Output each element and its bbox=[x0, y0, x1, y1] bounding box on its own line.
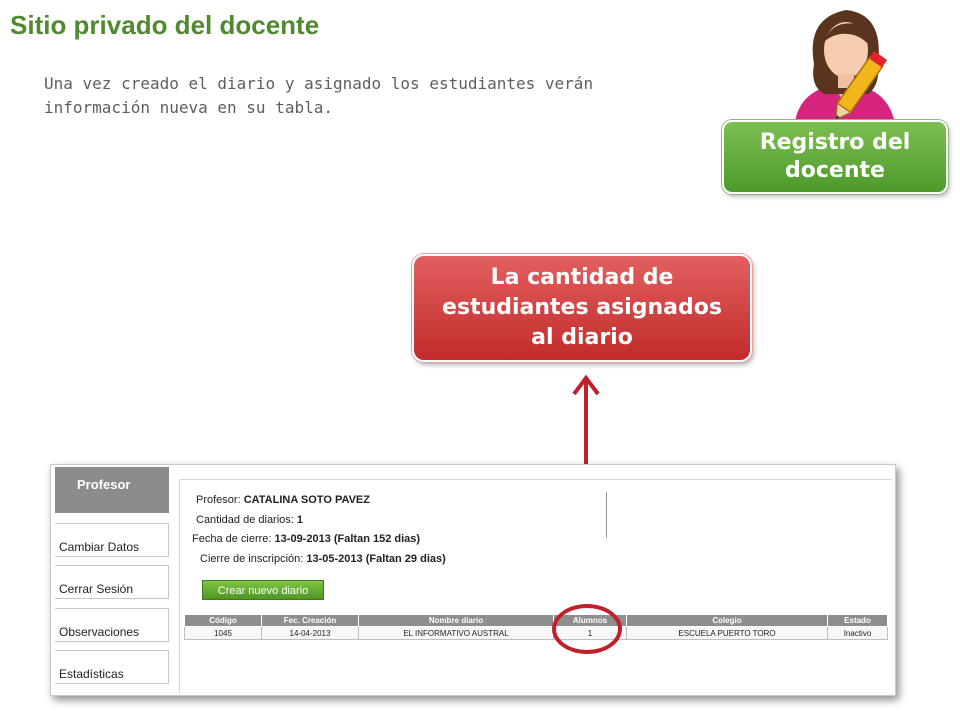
table-header-row: Código Fec. Creación Nombre diario Alumn… bbox=[184, 614, 888, 627]
cell-estado: Inactivo bbox=[827, 626, 888, 640]
cell-nombre-diario-link[interactable]: EL INFORMATIVO AUSTRAL bbox=[358, 626, 554, 640]
create-diary-button[interactable]: Crear nuevo diario bbox=[202, 580, 324, 600]
app-screenshot: Profesor Cambiar Datos Cerrar Sesión Obs… bbox=[50, 464, 896, 696]
sidebar-item-observaciones[interactable]: Observaciones bbox=[55, 608, 169, 642]
cell-codigo: 1045 bbox=[184, 626, 262, 640]
diaries-table: Código Fec. Creación Nombre diario Alumn… bbox=[184, 614, 888, 640]
closing-date-value: 13-09-2013 (Faltan 152 dias) bbox=[274, 533, 421, 545]
enrollment-close-label: Cierre de inscripción: bbox=[200, 553, 307, 565]
diary-count-label: Cantidad de diarios: bbox=[196, 514, 297, 526]
col-estado[interactable]: Estado bbox=[827, 614, 888, 627]
enrollment-close: Cierre de inscripción: 13-05-2013 (Falta… bbox=[200, 553, 446, 565]
sidebar-item-cerrar-sesion[interactable]: Cerrar Sesión bbox=[55, 565, 169, 599]
assigned-students-callout: La cantidad de estudiantes asignados al … bbox=[412, 254, 752, 362]
table-row: 1045 14-04-2013 EL INFORMATIVO AUSTRAL 1… bbox=[184, 626, 888, 640]
sidebar: Profesor Cambiar Datos Cerrar Sesión Obs… bbox=[51, 465, 179, 695]
closing-date: Fecha de cierre: 13-09-2013 (Faltan 152 … bbox=[192, 533, 420, 545]
teacher-label: Profesor: bbox=[196, 494, 244, 506]
col-fec-creacion[interactable]: Fec. Creación bbox=[261, 614, 359, 627]
highlight-circle bbox=[552, 604, 622, 654]
diary-count: Cantidad de diarios: 1 bbox=[196, 514, 303, 526]
teacher-info: Profesor: CATALINA SOTO PAVEZ bbox=[196, 494, 370, 506]
teacher-registry-button[interactable]: Registro del docente bbox=[722, 120, 948, 194]
main-content: Profesor: CATALINA SOTO PAVEZ Cantidad d… bbox=[179, 479, 892, 694]
cell-fec-creacion: 14-04-2013 bbox=[261, 626, 359, 640]
diary-count-value: 1 bbox=[296, 514, 304, 526]
cell-colegio: ESCUELA PUERTO TORO bbox=[626, 626, 828, 640]
sidebar-item-cambiar-datos[interactable]: Cambiar Datos bbox=[55, 523, 169, 557]
sidebar-item-estadisticas[interactable]: Estadísticas bbox=[55, 650, 169, 684]
col-nombre-diario[interactable]: Nombre diario bbox=[358, 614, 554, 627]
divider bbox=[606, 492, 607, 538]
teacher-with-pencil-icon bbox=[794, 10, 896, 130]
teacher-name: CATALINA SOTO PAVEZ bbox=[243, 494, 370, 506]
col-colegio[interactable]: Colegio bbox=[626, 614, 828, 627]
closing-date-label: Fecha de cierre: bbox=[192, 533, 275, 545]
slide-title: Sitio privado del docente bbox=[10, 10, 320, 40]
intro-text: Una vez creado el diario y asignado los … bbox=[44, 74, 594, 117]
sidebar-header: Profesor bbox=[55, 467, 169, 513]
enrollment-close-value: 13-05-2013 (Faltan 29 dias) bbox=[306, 553, 446, 565]
col-codigo[interactable]: Código bbox=[184, 614, 262, 627]
